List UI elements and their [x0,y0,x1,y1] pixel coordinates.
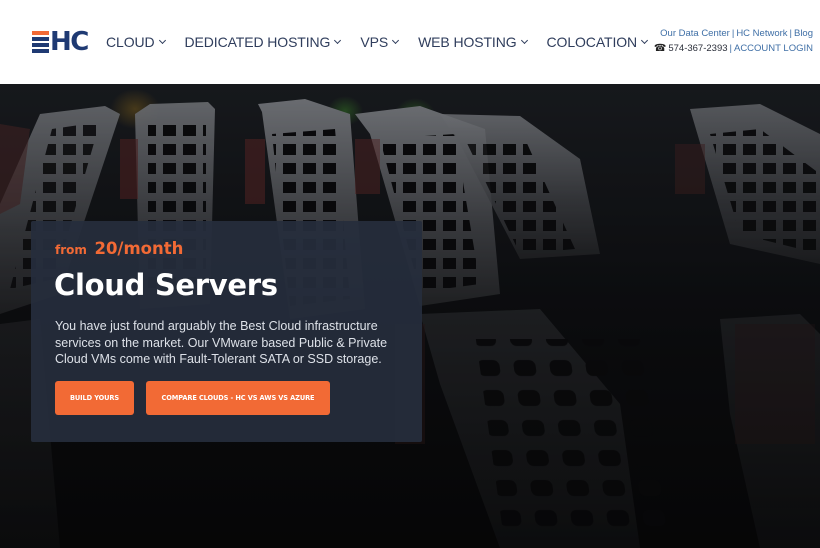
separator: | [789,28,792,39]
top-utility-links: Our Data Center | HC Network | Blog ☎ 574-367… [654,26,813,56]
utility-row-2: ☎ 574-367-2393 | ACCOUNT LOGIN [654,41,813,56]
nav-label: COLOCATION [546,34,638,50]
price-amount: 20/month [94,239,184,258]
chevron-down-icon [392,36,400,44]
nav-label: DEDICATED HOSTING [184,34,331,50]
nav-item-dedicated-hosting[interactable]: DEDICATED HOSTING [184,34,342,50]
nav-label: VPS [360,34,389,50]
phone-number-link[interactable]: 574-367-2393 [668,43,727,54]
nav-label: WEB HOSTING [418,34,517,50]
hero-description: You have just found arguably the Best Cl… [55,319,388,366]
chevron-down-icon [158,36,166,44]
utility-row-1: Our Data Center | HC Network | Blog [654,26,813,41]
hc-logo[interactable]: HC [32,27,90,57]
chevron-down-icon [520,36,528,44]
logo-text: HC [50,27,89,57]
chevron-down-icon [641,36,649,44]
separator: | [731,28,735,39]
hero-card: from 20/month Cloud Servers You have jus… [31,221,422,442]
hc-logo-bars-icon [32,31,49,53]
phone-icon: ☎ [653,43,667,54]
main-nav: CLOUD DEDICATED HOSTING VPS WEB HOSTING … [106,34,667,50]
nav-item-web-hosting[interactable]: WEB HOSTING [418,34,528,50]
separator: | [729,43,732,54]
build-yours-button[interactable]: BUILD YOURS [55,381,134,415]
nav-item-cloud[interactable]: CLOUD [106,34,166,50]
chevron-down-icon [334,36,342,44]
nav-item-colocation[interactable]: COLOCATION [546,34,649,50]
price-prefix: from [55,243,87,257]
account-login-link[interactable]: ACCOUNT LOGIN [734,43,813,54]
our-data-center-link[interactable]: Our Data Center [660,28,730,39]
price-tag: from 20/month [55,239,183,258]
nav-label: CLOUD [106,34,155,50]
site-header: HC CLOUD DEDICATED HOSTING VPS WEB HOSTI… [0,0,820,84]
hero-title: Cloud Servers [54,268,278,302]
compare-clouds-button[interactable]: COMPARE CLOUDS - HC VS AWS VS AZURE [146,381,330,415]
hero-section: from 20/month Cloud Servers You have jus… [0,84,820,548]
blog-link[interactable]: Blog [794,28,813,39]
hc-network-link[interactable]: HC Network [736,28,787,39]
nav-item-vps[interactable]: VPS [360,34,400,50]
